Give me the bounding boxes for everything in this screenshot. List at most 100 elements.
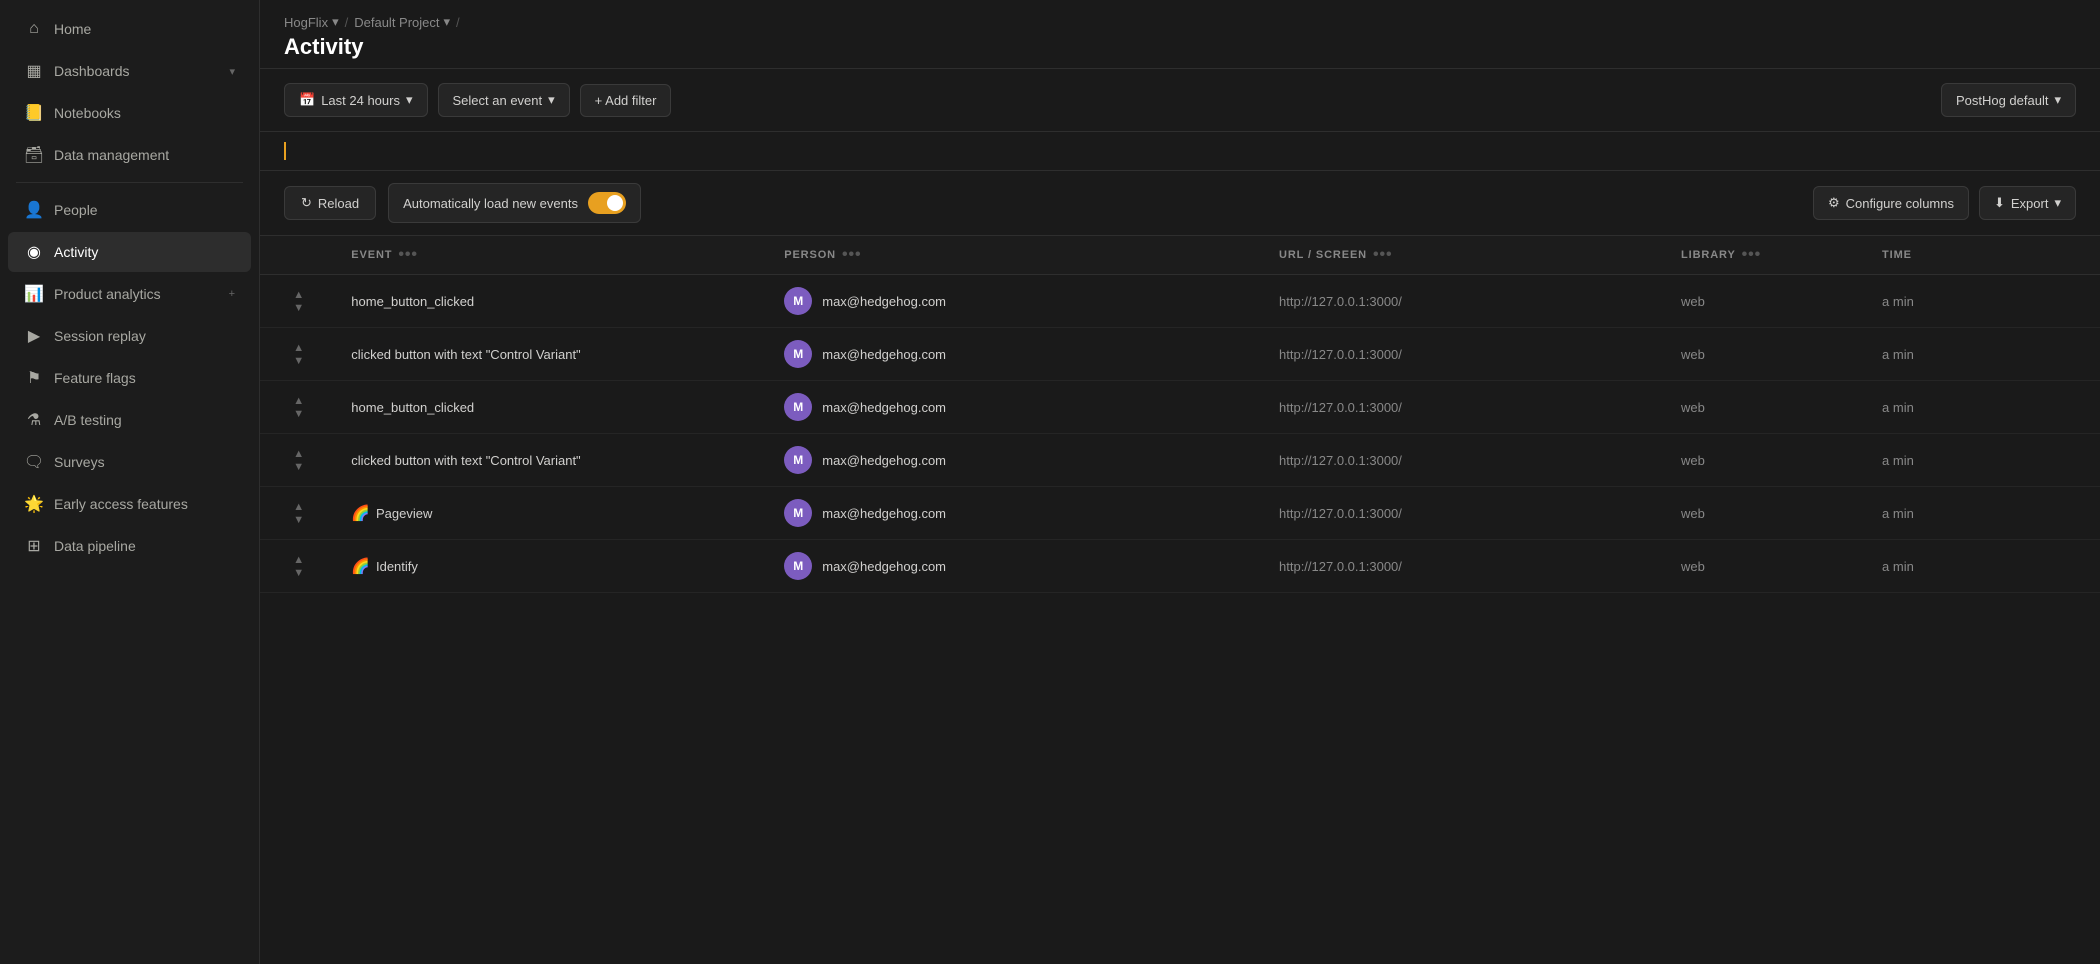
events-table: EVENT ••• PERSON ••• URL / SCREEN bbox=[260, 236, 2100, 593]
row-event-4: 🌈Pageview bbox=[337, 487, 770, 540]
page-title: Activity bbox=[284, 34, 2076, 60]
sidebar-item-home[interactable]: ⌂Home bbox=[8, 9, 251, 49]
row-person-1: Mmax@hedgehog.com bbox=[770, 328, 1265, 381]
table-row[interactable]: ▲▼🌈PageviewMmax@hedgehog.comhttp://127.0… bbox=[260, 487, 2100, 540]
sidebar-item-dashboards[interactable]: ▦Dashboards▾ bbox=[8, 51, 251, 91]
row-url-2: http://127.0.0.1:3000/ bbox=[1265, 381, 1667, 434]
sidebar-icon-session-replay: ▶ bbox=[24, 326, 44, 346]
configure-icon: ⚙ bbox=[1828, 195, 1840, 211]
url-text-1: http://127.0.0.1:3000/ bbox=[1279, 347, 1402, 362]
breadcrumb-hogflix-chevron: ▾ bbox=[332, 14, 339, 30]
auto-load-toggle[interactable] bbox=[588, 192, 626, 214]
table-row[interactable]: ▲▼ clicked button with text "Control Vari… bbox=[260, 328, 2100, 381]
sidebar-label-early-access: Early access features bbox=[54, 496, 235, 512]
row-expand-4[interactable]: ▲▼ bbox=[260, 487, 337, 540]
person-email-2: max@hedgehog.com bbox=[822, 400, 946, 415]
configure-columns-label: Configure columns bbox=[1846, 196, 1954, 211]
search-cursor bbox=[284, 142, 286, 160]
breadcrumb-project[interactable]: Default Project ▾ bbox=[354, 14, 450, 30]
breadcrumb-sep-2: / bbox=[456, 15, 460, 30]
col-header-person: PERSON ••• bbox=[770, 236, 1265, 275]
col-event-options[interactable]: ••• bbox=[398, 246, 417, 264]
auto-load-label: Automatically load new events bbox=[403, 196, 578, 211]
row-event-2: home_button_clicked bbox=[337, 381, 770, 434]
row-expand-2[interactable]: ▲▼ bbox=[260, 381, 337, 434]
row-url-3: http://127.0.0.1:3000/ bbox=[1265, 434, 1667, 487]
time-text-4: a min bbox=[1882, 506, 1914, 521]
url-text-4: http://127.0.0.1:3000/ bbox=[1279, 506, 1402, 521]
library-text-4: web bbox=[1681, 506, 1705, 521]
sidebar-item-people[interactable]: 👤People bbox=[8, 190, 251, 230]
person-email-3: max@hedgehog.com bbox=[822, 453, 946, 468]
avatar-1: M bbox=[784, 340, 812, 368]
search-input-wrapper bbox=[284, 132, 2076, 170]
sidebar-icon-home: ⌂ bbox=[24, 19, 44, 39]
sidebar-item-product-analytics[interactable]: 📊Product analytics+ bbox=[8, 274, 251, 314]
row-person-5: Mmax@hedgehog.com bbox=[770, 540, 1265, 593]
sidebar-item-session-replay[interactable]: ▶ Session replay bbox=[8, 316, 251, 356]
sidebar-label-feature-flags: Feature flags bbox=[54, 370, 235, 386]
sidebar-item-feature-flags[interactable]: ⚑Feature flags bbox=[8, 358, 251, 398]
sidebar-item-ab-testing[interactable]: ⚗A/B testing bbox=[8, 400, 251, 440]
sidebar-item-notebooks[interactable]: 📒 Notebooks bbox=[8, 93, 251, 133]
row-expand-3[interactable]: ▲▼ bbox=[260, 434, 337, 487]
sidebar-icon-data-management: 🗃 bbox=[24, 145, 44, 165]
col-url-options[interactable]: ••• bbox=[1373, 246, 1392, 264]
sidebar-item-early-access[interactable]: 🌟 Early access features bbox=[8, 484, 251, 524]
time-filter-label: Last 24 hours bbox=[321, 93, 400, 108]
row-library-4: web bbox=[1667, 487, 1868, 540]
export-icon: ⬇ bbox=[1994, 195, 2005, 211]
table-row[interactable]: ▲▼clicked button with text "Control Vari… bbox=[260, 434, 2100, 487]
table-row[interactable]: ▲▼home_button_clickedMmax@hedgehog.comht… bbox=[260, 381, 2100, 434]
sidebar-label-dashboards: Dashboards bbox=[54, 63, 219, 79]
reload-button[interactable]: ↻ Reload bbox=[284, 186, 376, 220]
event-filter-button[interactable]: Select an event ▾ bbox=[438, 83, 570, 117]
time-filter-button[interactable]: 📅 Last 24 hours ▾ bbox=[284, 83, 428, 117]
row-expand-1[interactable]: ▲▼ bbox=[260, 328, 337, 381]
auto-load-section: Automatically load new events bbox=[388, 183, 641, 223]
row-url-1: http://127.0.0.1:3000/ bbox=[1265, 328, 1667, 381]
add-filter-button[interactable]: + Add filter bbox=[580, 84, 672, 117]
person-email-5: max@hedgehog.com bbox=[822, 559, 946, 574]
breadcrumb-project-label: Default Project bbox=[354, 15, 439, 30]
expand-arrows-1[interactable]: ▲▼ bbox=[274, 342, 323, 367]
col-library-options[interactable]: ••• bbox=[1742, 246, 1761, 264]
sidebar-item-surveys[interactable]: 🗨Surveys bbox=[8, 442, 251, 482]
breadcrumb-hogflix[interactable]: HogFlix ▾ bbox=[284, 14, 339, 30]
sidebar-icon-notebooks: 📒 bbox=[24, 103, 44, 123]
expand-arrows-3[interactable]: ▲▼ bbox=[274, 448, 323, 473]
expand-arrows-0[interactable]: ▲▼ bbox=[274, 289, 323, 314]
configure-columns-button[interactable]: ⚙ Configure columns bbox=[1813, 186, 1969, 220]
row-event-1: clicked button with text "Control Varian… bbox=[337, 328, 770, 381]
avatar-5: M bbox=[784, 552, 812, 580]
export-button[interactable]: ⬇ Export ▾ bbox=[1979, 186, 2076, 220]
calendar-icon: 📅 bbox=[299, 92, 315, 108]
sidebar-item-data-pipeline[interactable]: ⊞Data pipeline bbox=[8, 526, 251, 566]
table-row[interactable]: ▲▼🌈IdentifyMmax@hedgehog.comhttp://127.0… bbox=[260, 540, 2100, 593]
action-bar-right: ⚙ Configure columns ⬇ Export ▾ bbox=[1813, 186, 2076, 220]
sidebar: ⌂Home▦Dashboards▾ 📒 Notebooks 🗃Data managem… bbox=[0, 0, 260, 964]
time-text-2: a min bbox=[1882, 400, 1914, 415]
table-body: ▲▼home_button_clickedMmax@hedgehog.comht… bbox=[260, 275, 2100, 593]
row-expand-0[interactable]: ▲▼ bbox=[260, 275, 337, 328]
time-text-0: a min bbox=[1882, 294, 1914, 309]
toggle-knob bbox=[607, 195, 623, 211]
posthog-default-button[interactable]: PostHog default ▾ bbox=[1941, 83, 2076, 117]
sidebar-icon-early-access: 🌟 bbox=[24, 494, 44, 514]
expand-arrows-4[interactable]: ▲▼ bbox=[274, 501, 323, 526]
sidebar-label-product-analytics: Product analytics bbox=[54, 286, 219, 302]
url-text-3: http://127.0.0.1:3000/ bbox=[1279, 453, 1402, 468]
table-row[interactable]: ▲▼home_button_clickedMmax@hedgehog.comht… bbox=[260, 275, 2100, 328]
sidebar-plus-product-analytics[interactable]: + bbox=[229, 288, 235, 300]
library-text-1: web bbox=[1681, 347, 1705, 362]
sidebar-item-data-management[interactable]: 🗃Data management bbox=[8, 135, 251, 175]
sidebar-label-session-replay: Session replay bbox=[54, 328, 235, 344]
expand-arrows-5[interactable]: ▲▼ bbox=[274, 554, 323, 579]
expand-arrows-2[interactable]: ▲▼ bbox=[274, 395, 323, 420]
rainbow-icon-4: 🌈 bbox=[351, 504, 370, 522]
col-person-options[interactable]: ••• bbox=[842, 246, 861, 264]
sidebar-item-activity[interactable]: ◉Activity bbox=[8, 232, 251, 272]
row-expand-5[interactable]: ▲▼ bbox=[260, 540, 337, 593]
time-filter-chevron: ▾ bbox=[406, 92, 413, 108]
sidebar-label-notebooks: Notebooks bbox=[54, 105, 235, 121]
